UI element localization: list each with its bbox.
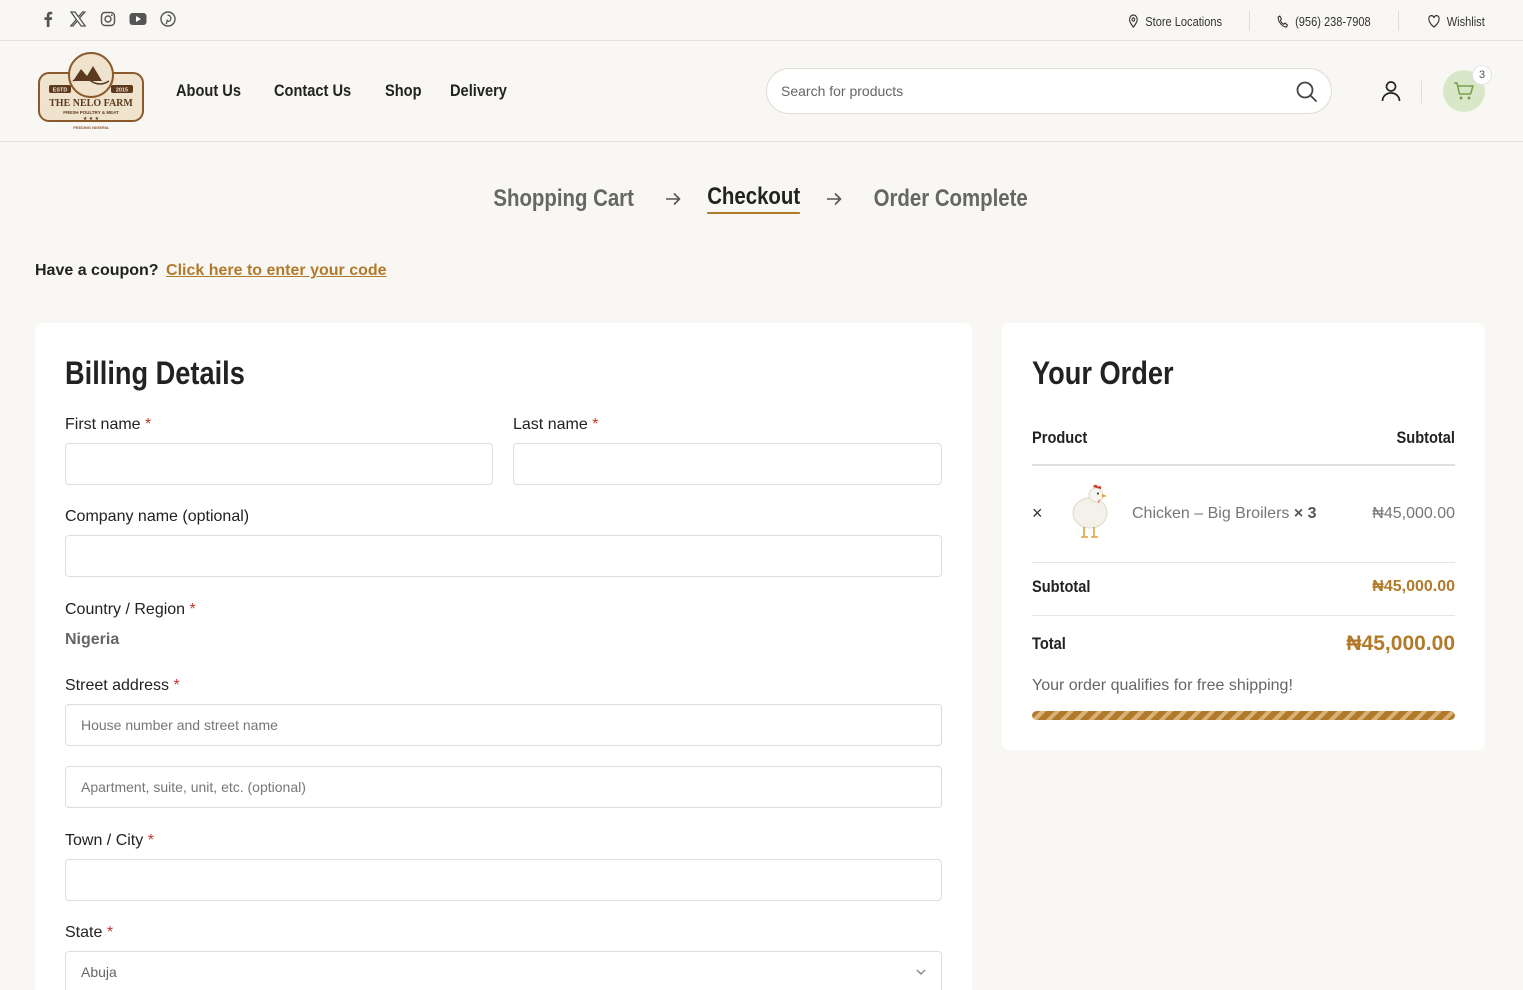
order-summary-card: Your Order Product Subtotal × Chicken – …	[1002, 323, 1485, 750]
last-name-label: Last name *	[513, 416, 599, 433]
state-label: State *	[65, 924, 114, 941]
product-thumbnail[interactable]	[1066, 483, 1114, 541]
wishlist-label: Wishlist	[1446, 13, 1485, 29]
required-mark: *	[106, 924, 114, 941]
apartment-field[interactable]	[65, 766, 942, 808]
state-value: Abuja	[81, 964, 117, 980]
pinterest-icon[interactable]	[158, 9, 178, 29]
facebook-icon[interactable]	[38, 9, 58, 29]
required-mark: *	[592, 416, 599, 433]
company-label: Company name (optional)	[65, 508, 250, 525]
city-label: Town / City *	[65, 832, 154, 849]
youtube-icon[interactable]	[128, 9, 148, 29]
free-shipping-message: Your order qualifies for free shipping!	[1032, 677, 1293, 694]
user-account-icon[interactable]	[1379, 79, 1403, 103]
map-pin-icon	[1128, 14, 1138, 28]
divider	[1032, 615, 1455, 616]
order-item-qty: × 3	[1293, 505, 1317, 522]
divider	[1421, 81, 1422, 103]
shopping-cart-icon	[1454, 82, 1474, 100]
billing-title: Billing Details	[65, 355, 245, 391]
step-checkout: Checkout	[706, 183, 800, 214]
search-bar	[766, 68, 1332, 114]
billing-details-card: Billing Details First name * Last name *…	[35, 323, 972, 990]
logo-year-text: 2015	[116, 88, 128, 94]
site-header: ESTD 2015 THE NELO FARM FRESH POULTRY & …	[0, 41, 1523, 142]
coupon-question: Have a coupon?	[35, 262, 159, 279]
store-locations-link[interactable]: Store Locations	[1112, 14, 1238, 29]
free-shipping-progress-bar	[1032, 711, 1455, 720]
top-bar: Store Locations (956) 238-7908 Wishlist	[0, 0, 1523, 41]
chevron-down-icon	[916, 969, 926, 975]
divider	[1032, 464, 1455, 466]
country-value: Nigeria	[65, 631, 120, 648]
subtotal-label: Subtotal	[1032, 577, 1091, 596]
divider	[1032, 562, 1455, 563]
top-links: Store Locations (956) 238-7908 Wishlist	[1101, 11, 1485, 31]
required-mark: *	[147, 832, 154, 849]
country-label: Country / Region *	[65, 601, 196, 618]
required-mark: *	[173, 677, 180, 694]
step-shopping-cart[interactable]: Shopping Cart	[494, 185, 635, 213]
main-nav: About Us Contact Us Shop Delivery	[176, 81, 508, 101]
divider	[1398, 11, 1400, 31]
logo-tagline-text: FRESH POULTRY & MEAT	[63, 110, 119, 115]
first-name-label: First name *	[65, 416, 152, 433]
order-item-price: ₦45,000.00	[1372, 505, 1455, 522]
coupon-notice: Have a coupon? Click here to enter your …	[35, 262, 387, 280]
state-select[interactable]: Abuja	[65, 951, 942, 990]
street-address-field[interactable]	[65, 704, 942, 746]
heart-icon	[1428, 14, 1440, 28]
nav-delivery[interactable]: Delivery	[450, 81, 507, 101]
total-value: ₦45,000.00	[1346, 632, 1455, 655]
subtotal-row: Subtotal ₦45,000.00	[1032, 577, 1455, 597]
arrow-right-icon	[827, 192, 842, 205]
nav-contact-us[interactable]: Contact Us	[274, 81, 351, 101]
required-mark: *	[189, 601, 196, 618]
logo-estd-text: ESTD	[53, 88, 68, 94]
search-input[interactable]	[781, 79, 1271, 103]
arrow-right-icon	[665, 192, 681, 205]
nav-about-us[interactable]: About Us	[176, 81, 241, 101]
first-name-field[interactable]	[65, 443, 493, 485]
step-order-complete: Order Complete	[873, 184, 1028, 212]
site-logo[interactable]: ESTD 2015 THE NELO FARM FRESH POULTRY & …	[37, 49, 145, 134]
phone-label: (956) 238-7908	[1295, 13, 1371, 29]
street-address-label: Street address *	[65, 677, 180, 694]
order-table-header: Product Subtotal	[1032, 428, 1455, 448]
logo-bottom-text: FEEDING NIGERIA	[73, 125, 109, 130]
wishlist-link[interactable]: Wishlist	[1412, 14, 1485, 29]
x-icon[interactable]	[68, 9, 88, 29]
company-field[interactable]	[65, 535, 942, 577]
svg-text:★ ★ ★: ★ ★ ★	[83, 116, 100, 122]
product-column-header: Product	[1032, 428, 1088, 447]
search-icon[interactable]	[1295, 80, 1319, 104]
cart-count-badge: 3	[1472, 65, 1492, 85]
required-mark: *	[145, 416, 152, 433]
nav-shop[interactable]: Shop	[385, 81, 422, 101]
subtotal-value: ₦45,000.00	[1372, 578, 1455, 595]
checkout-steps: Shopping Cart Checkout Order Complete	[0, 183, 1523, 214]
last-name-field[interactable]	[513, 443, 942, 485]
phone-icon	[1277, 14, 1289, 28]
remove-item-button[interactable]: ×	[1032, 503, 1043, 524]
total-row: Total ₦45,000.00	[1032, 632, 1455, 656]
divider	[1249, 11, 1251, 31]
logo-name-text: THE NELO FARM	[49, 98, 133, 109]
order-item-name: Chicken – Big Broilers × 3	[1132, 505, 1317, 522]
instagram-icon[interactable]	[98, 9, 118, 29]
subtotal-column-header: Subtotal	[1396, 428, 1455, 447]
total-label: Total	[1032, 634, 1066, 653]
store-locations-label: Store Locations	[1145, 13, 1223, 29]
social-links	[38, 9, 178, 29]
phone-link[interactable]: (956) 238-7908	[1261, 14, 1387, 29]
coupon-link[interactable]: Click here to enter your code	[166, 262, 387, 279]
progress-fill	[1032, 711, 1455, 720]
city-field[interactable]	[65, 859, 942, 901]
order-title: Your Order	[1032, 355, 1174, 391]
